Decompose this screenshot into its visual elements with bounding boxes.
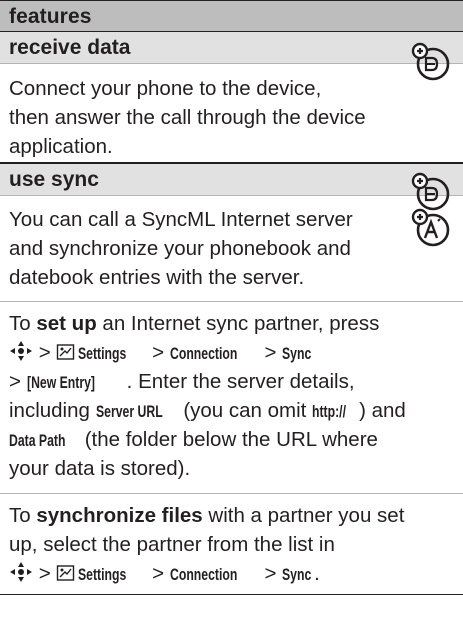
menu-connection: Connection xyxy=(169,344,238,363)
feature-title-bar-receive-data: receive data xyxy=(0,32,463,64)
paragraph-line: You can call a SyncML Internet server xyxy=(9,208,353,231)
menu-sync: Sync xyxy=(282,565,312,584)
table-header: features xyxy=(0,0,463,32)
settings-icon xyxy=(57,344,75,360)
data-call-icon xyxy=(411,42,450,81)
paragraph-line: and synchronize your phonebook and xyxy=(9,237,351,260)
feature-title: receive data xyxy=(9,36,131,59)
menu-data-path: Data Path xyxy=(9,431,66,450)
paragraph-line: Connect your phone to the device, xyxy=(9,77,322,100)
sync-files-line-1: To synchronize files with a partner you … xyxy=(9,504,405,527)
paragraph-line: then answer the call through the device xyxy=(9,106,366,129)
data-call-icon xyxy=(411,172,450,211)
menu-server-url: Server URL xyxy=(95,402,163,421)
paragraph-line: datebook entries with the server. xyxy=(9,266,305,289)
menu-settings: Settings xyxy=(78,565,127,584)
feature-title-bar-use-sync: use sync xyxy=(0,164,463,196)
menu-new-entry: [New Entry] xyxy=(26,373,95,392)
menu-sync: Sync xyxy=(282,344,312,363)
sync-files-keyword: synchronize files xyxy=(36,504,203,527)
nav-key-icon xyxy=(10,562,32,582)
sync-server-icon xyxy=(411,208,450,247)
menu-settings: Settings xyxy=(78,344,127,363)
setup-keyword: set up xyxy=(36,312,97,335)
paragraph-divider xyxy=(0,493,463,494)
nav-key-icon xyxy=(10,341,32,361)
menu-connection: Connection xyxy=(169,565,238,584)
setup-line-1: To set up an Internet sync partner, pres… xyxy=(9,312,380,335)
header-title: features xyxy=(9,5,92,28)
paragraph-line: application. xyxy=(9,135,113,158)
sync-files-line-2: up, select the partner from the list in xyxy=(9,533,335,556)
setup-line-3: > [New Entry]. Enter the server details, xyxy=(9,367,355,398)
setup-line-4: including Server URL (you can omit http:… xyxy=(9,396,406,427)
setup-line-2: > Settings > Connection > Sync xyxy=(9,338,314,369)
settings-icon xyxy=(57,565,75,581)
paragraph-divider xyxy=(0,301,463,302)
setup-line-5: Data Path (the folder below the URL wher… xyxy=(9,425,378,456)
manual-page: features receive data Connect your phone… xyxy=(0,0,463,629)
feature-title: use sync xyxy=(9,168,99,191)
setup-line-6: your data is stored). xyxy=(9,457,191,480)
sync-files-line-3: > Settings > Connection > Sync. xyxy=(9,559,320,590)
table-bottom-border xyxy=(0,594,463,595)
http-prefix: http:// xyxy=(312,402,347,421)
